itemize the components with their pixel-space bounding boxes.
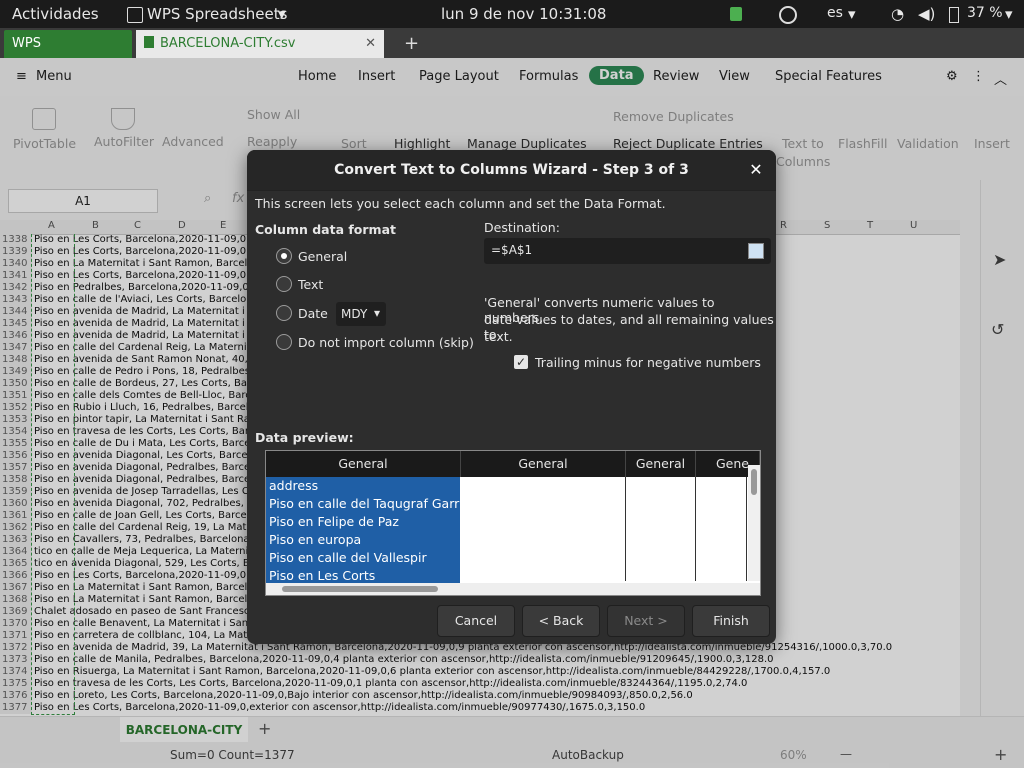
back-button[interactable]: < Back <box>522 605 600 637</box>
tab-wps-home[interactable]: WPS Spreadsheets <box>4 30 132 78</box>
document-tab-bar: WPS Spreadsheets BARCELONA-CITY.csv ✕ + <box>0 28 1024 78</box>
spreadsheet-file-icon <box>144 36 154 48</box>
date-format-select[interactable]: MDY ▾ <box>336 302 386 326</box>
cancel-button[interactable]: Cancel <box>437 605 515 637</box>
column-format-heading: Column data format <box>255 222 396 237</box>
trailing-minus-label[interactable]: Trailing minus for negative numbers <box>535 355 761 370</box>
radio-skip-label[interactable]: Do not import column (skip) <box>298 335 474 350</box>
new-tab-button[interactable]: + <box>396 30 427 58</box>
trailing-minus-checkbox[interactable]: ✓ <box>514 355 528 369</box>
text-to-columns-dialog: Convert Text to Columns Wizard - Step 3 … <box>247 150 776 644</box>
preview-cell: Piso en calle del Taqugraf Garriga <box>266 495 460 513</box>
radio-text-label[interactable]: Text <box>298 277 323 292</box>
dialog-intro: This screen lets you select each column … <box>255 196 666 211</box>
close-icon[interactable]: ✕ <box>365 30 376 57</box>
tab-barcelona-csv[interactable]: BARCELONA-CITY.csv ✕ <box>136 30 384 58</box>
general-note-line3: text. <box>484 329 513 344</box>
preview-col-3 <box>626 477 696 581</box>
destination-value: =$A$1 <box>491 243 533 257</box>
app-icon <box>127 7 143 23</box>
preview-col-header[interactable]: General <box>266 451 461 477</box>
battery-percentage: 37 % <box>967 5 1003 21</box>
preview-cell: Piso en Felipe de Paz <box>266 513 460 531</box>
preview-col-header[interactable]: General <box>461 451 626 477</box>
radio-date[interactable] <box>276 305 292 321</box>
date-format-value: MDY <box>341 307 368 321</box>
destination-field[interactable]: =$A$1 <box>484 238 771 264</box>
clock[interactable]: lun 9 de nov 10:31:08 <box>441 5 606 23</box>
preview-col-4 <box>696 477 747 581</box>
preview-vertical-scrollbar[interactable] <box>748 465 760 581</box>
chevron-down-icon: ▾ <box>278 5 286 23</box>
chevron-down-icon: ▾ <box>373 306 380 320</box>
range-select-icon[interactable] <box>748 243 764 259</box>
app-menu[interactable]: WPS Spreadsheets <box>147 5 287 23</box>
general-note-line2: date values to dates, and all remaining … <box>484 312 774 342</box>
preview-cell: Piso en europa <box>266 531 460 549</box>
system-top-bar: Actividades WPS Spreadsheets ▾ lun 9 de … <box>0 0 1024 28</box>
preview-cell: address <box>266 477 460 495</box>
gauge-icon[interactable] <box>779 6 797 24</box>
chevron-down-icon: ▾ <box>1005 5 1013 23</box>
radio-text[interactable] <box>276 276 292 292</box>
shield-icon[interactable] <box>730 7 742 21</box>
volume-icon[interactable]: ◀) <box>918 5 935 23</box>
destination-label: Destination: <box>484 220 560 235</box>
preview-col-header[interactable]: General <box>626 451 696 477</box>
preview-horizontal-scrollbar[interactable] <box>266 583 760 595</box>
tab-file-label: BARCELONA-CITY.csv <box>160 36 296 51</box>
radio-skip[interactable] <box>276 334 292 350</box>
close-icon[interactable]: ✕ <box>744 158 768 182</box>
data-preview-table[interactable]: General General General Gene address Pis… <box>265 450 761 596</box>
dialog-title: Convert Text to Columns Wizard - Step 3 … <box>247 150 776 191</box>
finish-button[interactable]: Finish <box>692 605 770 637</box>
chevron-down-icon: ▾ <box>848 5 856 23</box>
radio-date-label[interactable]: Date <box>298 306 328 321</box>
radio-general[interactable] <box>276 248 292 264</box>
preview-cell: Piso en calle del Vallespir <box>266 549 460 567</box>
battery-icon[interactable] <box>949 7 959 23</box>
language-indicator[interactable]: es <box>827 5 843 21</box>
data-preview-label: Data preview: <box>255 430 354 445</box>
activities-button[interactable]: Actividades <box>12 5 99 23</box>
next-button[interactable]: Next > <box>607 605 685 637</box>
radio-general-label[interactable]: General <box>298 249 347 264</box>
wifi-icon[interactable]: ◔ <box>891 5 904 23</box>
preview-col-2 <box>461 477 626 581</box>
